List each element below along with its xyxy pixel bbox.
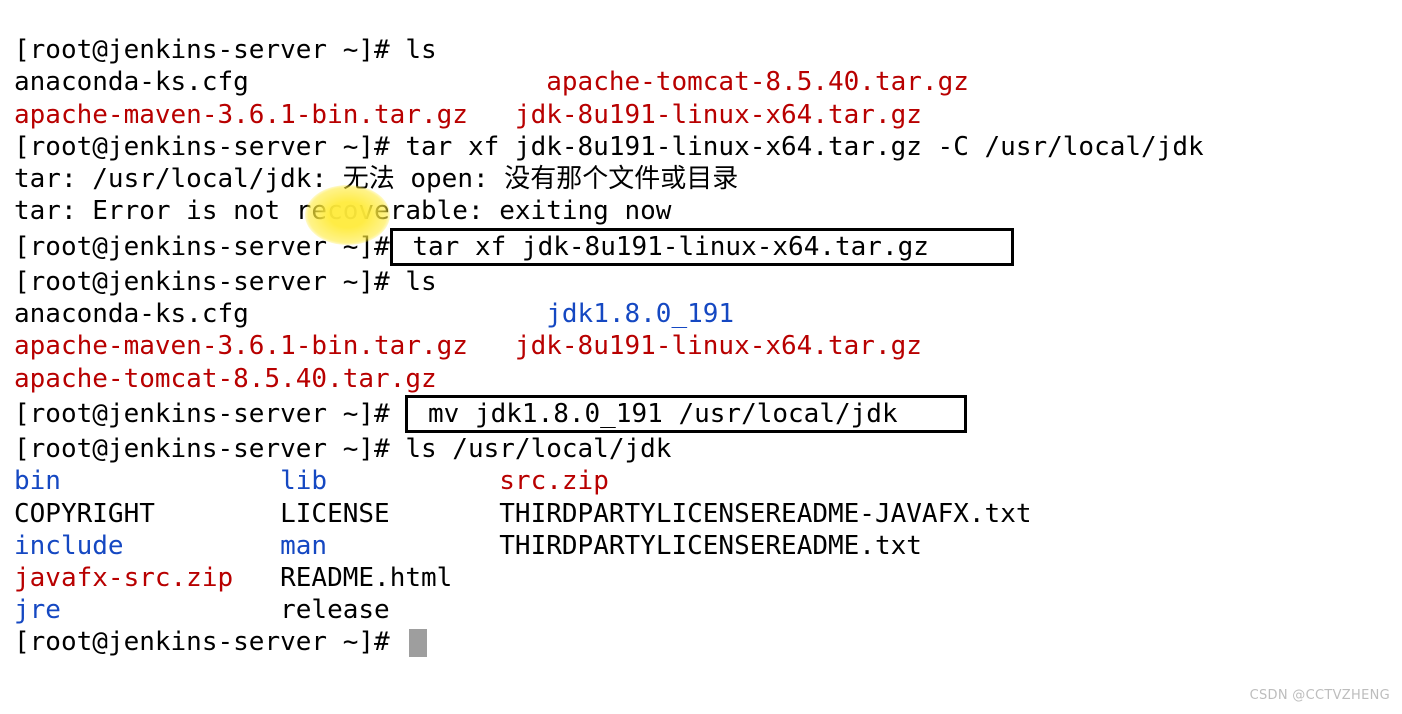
ls-row-4: apache-maven-3.6.1-bin.tar.gz jdk-8u191-… — [14, 331, 922, 361]
ls-row-3: anaconda-ks.cfg jdk1.8.0_191 — [14, 299, 734, 329]
file-thirdparty-fx: THIRDPARTYLICENSEREADME-JAVAFX.txt — [499, 499, 1031, 529]
highlight-box-tar: tar xf jdk-8u191-linux-x64.tar.gz — [390, 228, 1014, 266]
dir-lib: lib — [280, 466, 327, 496]
jdk-row-5: jre release — [14, 595, 390, 625]
file-thirdparty: THIRDPARTYLICENSEREADME.txt — [499, 531, 922, 561]
file-copyright: COPYRIGHT — [14, 499, 155, 529]
jdk-row-2: COPYRIGHT LICENSE THIRDPARTYLICENSEREADM… — [14, 499, 1032, 529]
watermark-label: CSDN @CCTVZHENG — [1250, 688, 1390, 704]
jdk-row-4: javafx-src.zip README.html — [14, 563, 452, 593]
ls-row-1: anaconda-ks.cfg apache-tomcat-8.5.40.tar… — [14, 67, 969, 97]
ls-row-2: apache-maven-3.6.1-bin.tar.gz jdk-8u191-… — [14, 100, 922, 130]
file-readme: README.html — [280, 563, 452, 593]
jdk-row-3: include man THIRDPARTYLICENSEREADME.txt — [14, 531, 922, 561]
dir-bin: bin — [14, 466, 61, 496]
prompt-6: [root@jenkins-server ~]# ls /usr/local/j… — [14, 434, 671, 464]
file-jdk-archive-2: jdk-8u191-linux-x64.tar.gz — [515, 331, 922, 361]
file-anaconda-2: anaconda-ks.cfg — [14, 299, 249, 329]
file-release: release — [280, 595, 390, 625]
file-jdk-archive: jdk-8u191-linux-x64.tar.gz — [515, 100, 922, 130]
file-javafx-src: javafx-src.zip — [14, 563, 233, 593]
prompt-1: [root@jenkins-server ~]# ls — [14, 35, 437, 65]
prompt-2: [root@jenkins-server ~]# tar xf jdk-8u19… — [14, 132, 1204, 162]
prompt-7[interactable]: [root@jenkins-server ~]# — [14, 627, 427, 657]
jdk-row-1: bin lib src.zip — [14, 466, 609, 496]
highlight-box-mv: mv jdk1.8.0_191 /usr/local/jdk — [405, 395, 967, 433]
file-tomcat-archive-2: apache-tomcat-8.5.40.tar.gz — [14, 364, 437, 394]
cursor-block — [409, 629, 427, 657]
file-srczip: src.zip — [499, 466, 609, 496]
dir-jre: jre — [14, 595, 61, 625]
tar-error-1: tar: /usr/local/jdk: 无法 open: 没有那个文件或目录 — [14, 164, 738, 194]
tar-error-2: tar: Error is not recoverable: exiting n… — [14, 196, 671, 226]
file-tomcat-archive: apache-tomcat-8.5.40.tar.gz — [546, 67, 969, 97]
file-anaconda: anaconda-ks.cfg — [14, 67, 249, 97]
dir-include: include — [14, 531, 124, 561]
file-license: LICENSE — [280, 499, 390, 529]
terminal-output: [root@jenkins-server ~]# ls anaconda-ks.… — [0, 0, 1402, 659]
dir-jdk-extracted: jdk1.8.0_191 — [546, 299, 734, 329]
prompt-5: [root@jenkins-server ~]# mv jdk1.8.0_191… — [14, 399, 967, 429]
prompt-3: [root@jenkins-server ~]# tar xf jdk-8u19… — [14, 232, 1014, 262]
dir-man: man — [280, 531, 327, 561]
ls-row-5: apache-tomcat-8.5.40.tar.gz — [14, 364, 437, 394]
prompt-4: [root@jenkins-server ~]# ls — [14, 267, 437, 297]
file-maven-archive: apache-maven-3.6.1-bin.tar.gz — [14, 100, 468, 130]
file-maven-archive-2: apache-maven-3.6.1-bin.tar.gz — [14, 331, 468, 361]
